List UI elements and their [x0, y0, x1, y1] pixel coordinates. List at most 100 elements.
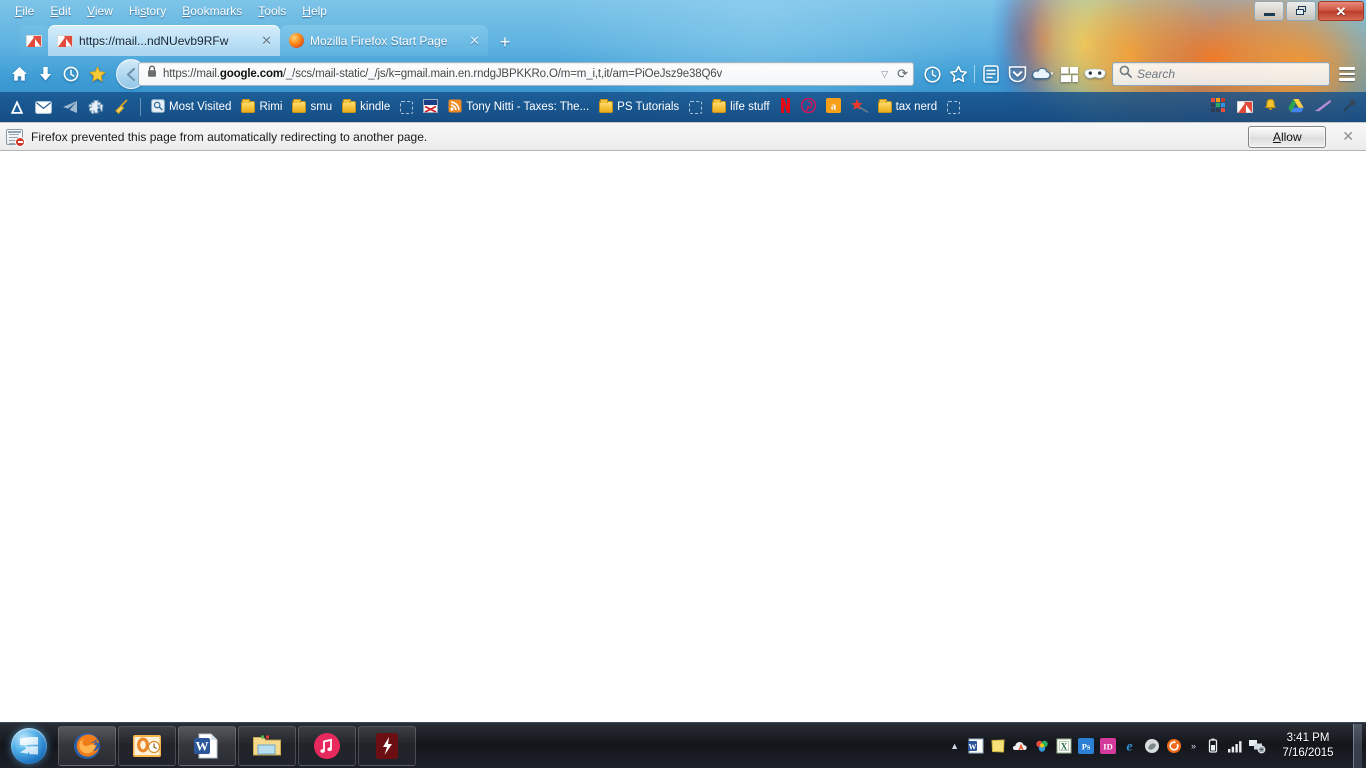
bookmark-placeholder[interactable] — [684, 99, 707, 116]
bookmark-life-stuff[interactable]: life stuff — [707, 99, 774, 115]
bookmark-paper-plane-icon[interactable] — [57, 98, 83, 116]
star-icon[interactable] — [84, 61, 110, 87]
start-button[interactable] — [2, 726, 56, 766]
download-arrow-icon[interactable] — [32, 61, 58, 87]
bookmark-smu[interactable]: smu — [287, 99, 337, 115]
taskbar-item-word[interactable]: W — [178, 725, 236, 766]
bookmark-broom-cleaner-icon[interactable] — [109, 97, 135, 117]
close-icon[interactable]: ✕ — [469, 34, 480, 47]
close-window-button[interactable]: ✕ — [1318, 1, 1364, 21]
menu-bar: File Edit View History Bookmarks Tools H… — [0, 0, 1366, 21]
battery-icon[interactable] — [1203, 736, 1223, 756]
network-signal-icon[interactable] — [1225, 736, 1245, 756]
restore-button[interactable] — [1286, 1, 1316, 21]
bookmark-color-grid[interactable] — [1206, 96, 1232, 119]
folder-icon — [292, 99, 307, 113]
bookmark-puzzle-addon-icon[interactable] — [83, 97, 109, 117]
word-icon[interactable]: W — [966, 736, 986, 756]
search-bar[interactable]: Search — [1112, 62, 1330, 86]
tab-gmail[interactable]: https://mail...ndNUevb9RFw ✕ — [48, 25, 280, 56]
bookmark-mail-envelope-icon[interactable] — [30, 99, 57, 116]
allow-button[interactable]: Allow — [1248, 125, 1327, 148]
flash-icon — [376, 732, 398, 759]
url-bar[interactable]: https://mail.google.com/_/scs/mail-stati… — [138, 62, 914, 86]
tab-firefox-start-page[interactable]: Mozilla Firefox Start Page ✕ — [280, 25, 488, 56]
reading-list-icon[interactable] — [978, 61, 1004, 87]
menu-history[interactable]: History — [122, 2, 173, 20]
bookmark-placeholder[interactable] — [395, 99, 418, 116]
orange-sync-icon[interactable] — [1164, 736, 1184, 756]
bookmark-star-outline-icon[interactable] — [945, 61, 971, 87]
bookmark-most-visited[interactable]: Most Visited — [146, 97, 236, 118]
show-desktop-button[interactable] — [1353, 723, 1362, 768]
bookmark-label: life stuff — [730, 101, 770, 113]
dropbox-icon[interactable] — [1032, 736, 1052, 756]
bookmark-rimi[interactable]: Rimi — [236, 99, 287, 115]
taskbar-clock[interactable]: 3:41 PM 7/16/2015 — [1269, 731, 1347, 761]
bookmark-ps-tutorials[interactable]: PS Tutorials — [594, 99, 684, 115]
chevron-down-icon[interactable]: ▽ — [881, 69, 888, 80]
menu-file[interactable]: File — [8, 2, 41, 20]
bookmark-red-star[interactable] — [846, 97, 873, 118]
close-icon[interactable]: ✕ — [1342, 128, 1360, 145]
word-icon: W — [194, 733, 218, 758]
menu-help[interactable]: Help — [295, 2, 334, 20]
bookmark-tony-nitti[interactable]: Tony Nitti - Taxes: The... — [443, 97, 594, 118]
pen-icon — [1314, 99, 1332, 115]
menu-bookmarks[interactable]: Bookmarks — [175, 2, 249, 20]
pocket-download-icon[interactable] — [1004, 61, 1030, 87]
app-tab-gmail[interactable] — [20, 25, 48, 56]
menu-tools[interactable]: Tools — [251, 2, 293, 20]
efile-icon — [423, 98, 439, 116]
indesign-icon[interactable]: ID — [1098, 736, 1118, 756]
taskbar-item-explorer[interactable] — [238, 725, 296, 766]
bookmark-bell-notification[interactable] — [1258, 96, 1283, 118]
history-restore-icon[interactable] — [919, 61, 945, 87]
sticky-note-icon[interactable] — [988, 736, 1008, 756]
bookmark-google-drive[interactable] — [1283, 96, 1309, 118]
search-input[interactable]: Search — [1137, 67, 1175, 81]
pinterest-icon — [800, 97, 816, 116]
apps-grid-icon[interactable] — [1056, 61, 1082, 87]
gmail-icon — [1237, 101, 1253, 113]
bookmark-amazon[interactable]: a — [821, 96, 846, 118]
photoshop-icon[interactable]: Ps — [1076, 736, 1096, 756]
bookmark-netflix[interactable] — [775, 96, 796, 118]
action-center-icon[interactable] — [1247, 736, 1267, 756]
tray-more-icon[interactable]: » — [1186, 741, 1201, 751]
bookmark-kindle[interactable]: kindle — [337, 99, 395, 115]
toolbar-separator — [974, 65, 975, 83]
menu-edit[interactable]: Edit — [43, 2, 78, 20]
adobe-creative-cloud-icon[interactable] — [1010, 736, 1030, 756]
new-tab-button[interactable]: + — [492, 28, 518, 56]
menu-view[interactable]: View — [80, 2, 120, 20]
bookmark-placeholder[interactable] — [942, 99, 965, 116]
grey-circle-icon[interactable] — [1142, 736, 1162, 756]
google-drive-icon — [1288, 98, 1304, 116]
bookmark-pen[interactable] — [1309, 97, 1337, 117]
firefox-browser-window: File Edit View History Bookmarks Tools H… — [0, 0, 1366, 722]
bookmark-pinterest[interactable] — [796, 96, 821, 118]
cloud-sync-icon[interactable] — [1030, 61, 1056, 87]
reload-icon[interactable]: ⟳ — [894, 66, 908, 82]
bookmark-efile[interactable] — [418, 97, 443, 118]
minimize-button[interactable] — [1254, 1, 1284, 21]
tray-overflow-icon[interactable]: ▲ — [945, 741, 964, 751]
bookmark-satellite[interactable] — [1337, 96, 1362, 118]
bookmark-gmail[interactable] — [1232, 99, 1258, 115]
rss-feed-icon — [448, 99, 462, 116]
close-icon[interactable]: ✕ — [261, 34, 272, 47]
itunes-icon — [314, 732, 340, 759]
clock-icon[interactable] — [58, 61, 84, 87]
taskbar-item-itunes[interactable] — [298, 725, 356, 766]
taskbar-item-outlook[interactable] — [118, 725, 176, 766]
bookmark-tax-nerd[interactable]: tax nerd — [873, 99, 943, 115]
hamburger-menu-icon[interactable] — [1334, 61, 1360, 87]
taskbar-item-flash[interactable] — [358, 725, 416, 766]
excel-icon[interactable]: X — [1054, 736, 1074, 756]
taskbar-item-firefox[interactable] — [58, 725, 116, 766]
private-browsing-mask-icon[interactable] — [1082, 61, 1108, 87]
home-icon[interactable] — [6, 61, 32, 87]
bookmark-firefox-app-icon[interactable] — [4, 97, 30, 117]
internet-explorer-icon[interactable]: e — [1120, 736, 1140, 756]
